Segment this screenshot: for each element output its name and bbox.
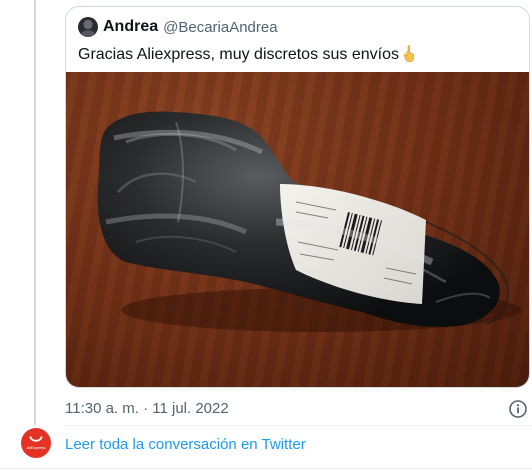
quoted-tweet-photo[interactable]	[66, 72, 529, 387]
author-handle[interactable]: @BecariaAndrea	[163, 19, 277, 36]
package-photo-illustration	[97, 111, 521, 332]
smile-icon	[29, 436, 43, 442]
logo-wordmark: AliExpress	[26, 445, 46, 450]
quoted-tweet-text: Gracias Aliexpress, muy discretos sus en…	[78, 45, 416, 64]
info-icon[interactable]	[508, 399, 528, 419]
divider	[65, 425, 532, 426]
hand-pointing-up-icon	[403, 45, 415, 62]
aliexpress-logo-icon: AliExpress	[21, 428, 51, 458]
quoted-tweet-text-content: Gracias Aliexpress, muy discretos sus en…	[78, 46, 400, 63]
thread-connector-line	[34, 0, 36, 425]
tweet-timestamp[interactable]: 11:30 a. m. · 11 jul. 2022	[65, 400, 229, 417]
divider-bottom	[0, 468, 532, 469]
quoted-tweet-card[interactable]: Andrea @BecariaAndrea Gracias Aliexpress…	[65, 6, 530, 388]
author-avatar[interactable]	[78, 17, 98, 37]
author-name[interactable]: Andrea	[103, 18, 158, 36]
quoted-tweet-header: Andrea @BecariaAndrea	[78, 17, 278, 37]
read-full-conversation-link[interactable]: Leer toda la conversación en Twitter	[65, 436, 306, 453]
